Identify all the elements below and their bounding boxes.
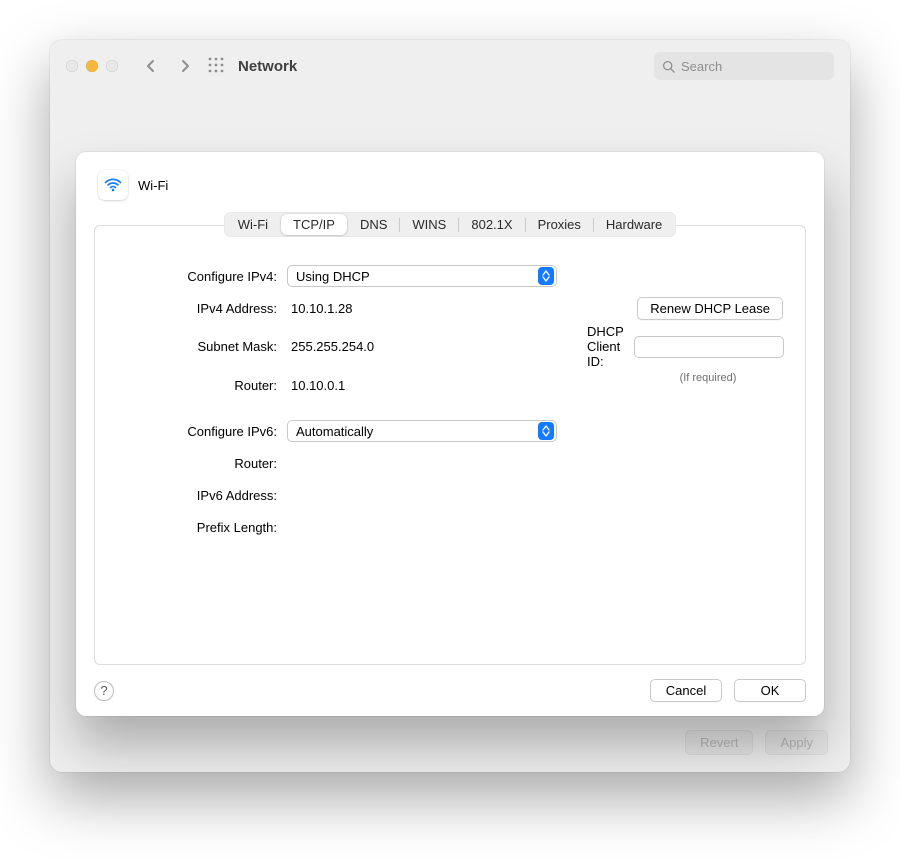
dhcp-client-id-hint: (If required) bbox=[633, 372, 783, 384]
value-subnet-mask: 255.255.254.0 bbox=[287, 339, 577, 354]
tab-wifi[interactable]: Wi-Fi bbox=[226, 214, 280, 235]
label-subnet-mask: Subnet Mask: bbox=[117, 339, 277, 354]
window-title: Network bbox=[238, 58, 297, 75]
label-dhcp-client-id: DHCP Client ID: bbox=[587, 324, 624, 369]
popup-arrows-icon bbox=[538, 422, 554, 440]
zoom-window-icon[interactable] bbox=[106, 60, 118, 72]
configure-ipv4-popup[interactable]: Using DHCP bbox=[287, 265, 557, 287]
label-prefix-length: Prefix Length: bbox=[117, 520, 277, 535]
search-input[interactable]: Search bbox=[654, 52, 834, 80]
window-body: Revert Apply Wi-Fi Wi-Fi TCP/IP DNS bbox=[50, 92, 850, 772]
label-ipv6-address: IPv6 Address: bbox=[117, 488, 277, 503]
configure-ipv6-popup[interactable]: Automatically bbox=[287, 420, 557, 442]
revert-button[interactable]: Revert bbox=[685, 730, 753, 755]
interface-name: Wi-Fi bbox=[138, 178, 168, 193]
tcpip-panel: Configure IPv4: Using DHCP IPv4 Ad bbox=[94, 225, 806, 665]
label-configure-ipv6: Configure IPv6: bbox=[117, 424, 277, 439]
tab-wins[interactable]: WINS bbox=[400, 214, 458, 235]
grid-icon bbox=[208, 57, 224, 73]
forward-button[interactable] bbox=[172, 55, 198, 77]
preferences-window: Network Search Revert Apply Wi-Fi Wi-Fi bbox=[50, 40, 850, 772]
search-icon bbox=[662, 60, 675, 73]
tab-8021x[interactable]: 802.1X bbox=[459, 214, 524, 235]
close-window-icon[interactable] bbox=[66, 60, 78, 72]
help-button[interactable]: ? bbox=[94, 681, 114, 701]
window-controls bbox=[66, 60, 118, 72]
value-router-ipv4: 10.10.0.1 bbox=[287, 378, 577, 393]
chevron-left-icon bbox=[145, 59, 157, 73]
back-button[interactable] bbox=[138, 55, 164, 77]
chevron-right-icon bbox=[179, 59, 191, 73]
apply-button[interactable]: Apply bbox=[765, 730, 828, 755]
wifi-icon bbox=[98, 170, 128, 200]
tab-bar: Wi-Fi TCP/IP DNS WINS 802.1X Proxies Har… bbox=[224, 212, 677, 237]
value-ipv4-address: 10.10.1.28 bbox=[287, 301, 577, 316]
sheet-footer: ? Cancel OK bbox=[94, 679, 806, 702]
sheet-header: Wi-Fi bbox=[94, 170, 806, 208]
popup-arrows-icon bbox=[538, 267, 554, 285]
label-configure-ipv4: Configure IPv4: bbox=[117, 269, 277, 284]
ok-button[interactable]: OK bbox=[734, 679, 806, 702]
tab-dns[interactable]: DNS bbox=[348, 214, 399, 235]
renew-dhcp-lease-button[interactable]: Renew DHCP Lease bbox=[637, 297, 783, 320]
window-footer: Revert Apply bbox=[50, 712, 850, 772]
tab-hardware[interactable]: Hardware bbox=[594, 214, 674, 235]
label-router-ipv6: Router: bbox=[117, 456, 277, 471]
label-router-ipv4: Router: bbox=[117, 378, 277, 393]
tab-proxies[interactable]: Proxies bbox=[526, 214, 593, 235]
cancel-button[interactable]: Cancel bbox=[650, 679, 722, 702]
search-placeholder: Search bbox=[681, 59, 722, 74]
dhcp-client-id-field[interactable] bbox=[634, 336, 784, 358]
configure-ipv6-value: Automatically bbox=[296, 424, 373, 439]
label-ipv4-address: IPv4 Address: bbox=[117, 301, 277, 316]
configure-ipv4-value: Using DHCP bbox=[296, 269, 370, 284]
advanced-sheet: Wi-Fi Wi-Fi TCP/IP DNS WINS 802.1X Proxi… bbox=[76, 152, 824, 716]
tab-tcpip[interactable]: TCP/IP bbox=[281, 214, 347, 235]
minimize-window-icon[interactable] bbox=[86, 60, 98, 72]
show-all-button[interactable] bbox=[208, 57, 224, 76]
titlebar: Network Search bbox=[50, 40, 850, 92]
